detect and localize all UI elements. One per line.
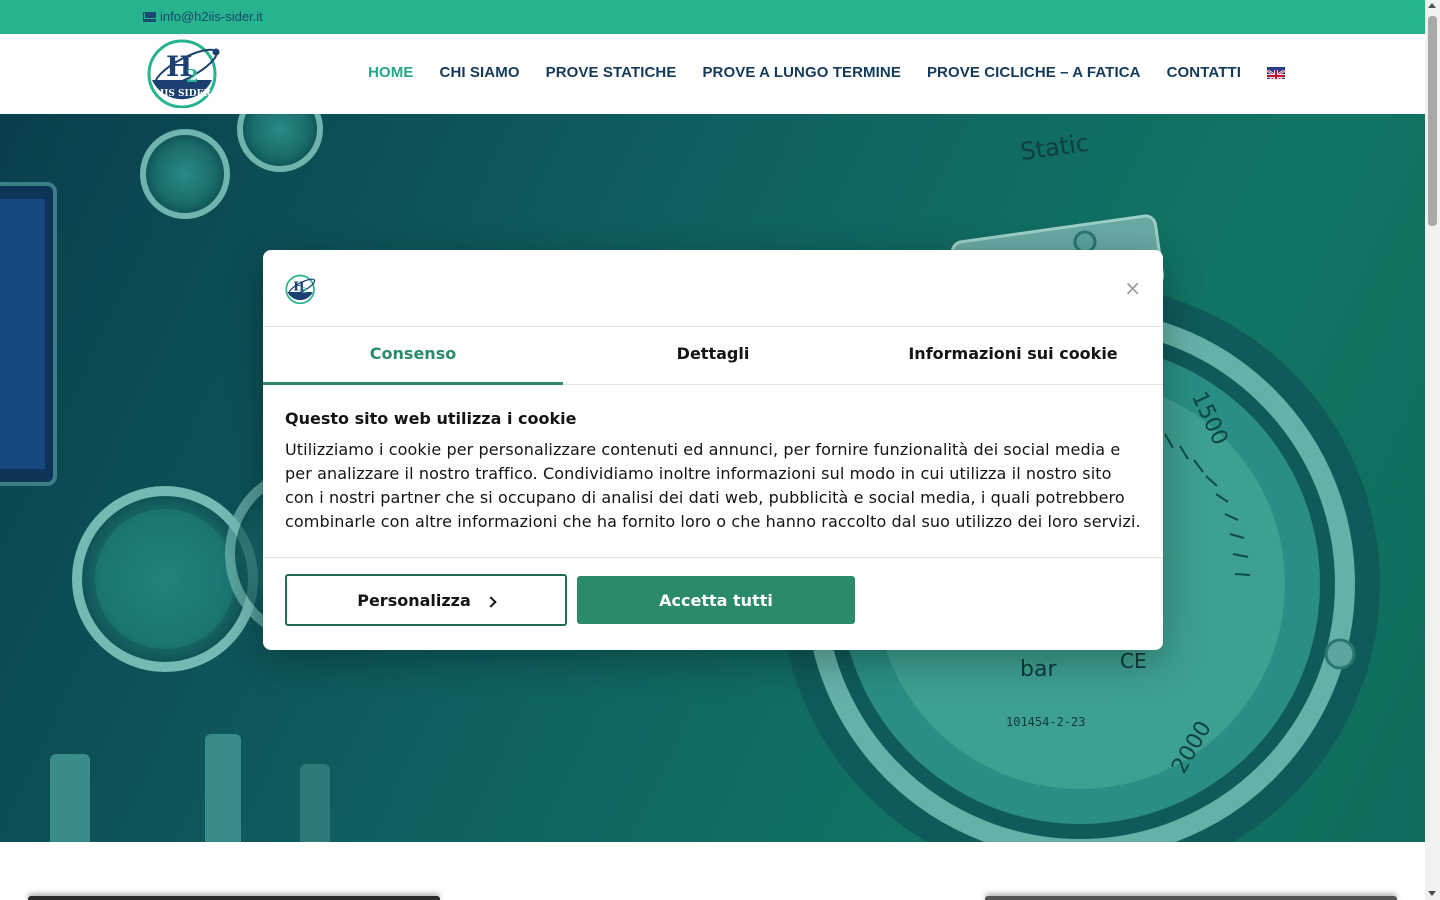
dialog-text: Utilizziamo i cookie per personalizzare … — [285, 440, 1141, 531]
tab-dettagli[interactable]: Dettagli — [563, 327, 863, 384]
uk-flag-icon[interactable] — [1267, 66, 1285, 79]
nav-chi-siamo[interactable]: CHI SIAMO — [440, 64, 520, 81]
customize-button[interactable]: Personalizza — [285, 574, 567, 626]
dialog-logo: H 2 — [285, 274, 317, 305]
svg-text:2: 2 — [302, 286, 307, 295]
top-bar: info@h2iis-sider.it — [0, 0, 1425, 34]
nav-home[interactable]: HOME — [368, 64, 413, 81]
svg-text:2: 2 — [186, 66, 199, 87]
page-scrollbar[interactable] — [1425, 0, 1440, 900]
svg-text:bar: bar — [1020, 657, 1057, 682]
dialog-body: Questo sito web utilizza i cookie Utiliz… — [263, 385, 1163, 558]
tab-informazioni[interactable]: Informazioni sui cookie — [863, 327, 1163, 384]
main-nav: HOME CHI SIAMO PROVE STATICHE PROVE A LU… — [368, 64, 1285, 81]
nav-prove-cicliche[interactable]: PROVE CICLICHE – A FATICA — [927, 64, 1141, 81]
scroll-up-arrow-icon[interactable] — [1428, 3, 1436, 8]
scroll-thumb[interactable] — [1428, 16, 1437, 226]
envelope-icon — [143, 11, 156, 22]
chevron-right-icon — [485, 596, 497, 608]
content-section — [0, 842, 1425, 900]
email-link[interactable]: info@h2iis-sider.it — [143, 9, 263, 24]
content-card-right — [985, 896, 1397, 900]
cookie-consent-dialog: H 2 × Consenso Dettagli Informazioni sui… — [263, 250, 1163, 650]
scroll-down-arrow-icon[interactable] — [1428, 891, 1436, 896]
close-icon[interactable]: × — [1124, 276, 1141, 300]
accept-all-button[interactable]: Accetta tutti — [577, 576, 855, 624]
tab-consenso[interactable]: Consenso — [263, 327, 563, 385]
dialog-header: H 2 × — [263, 250, 1163, 327]
dialog-heading: Questo sito web utilizza i cookie — [285, 409, 577, 428]
nav-contatti[interactable]: CONTATTI — [1167, 64, 1241, 81]
email-text: info@h2iis-sider.it — [160, 9, 263, 24]
svg-text:101454-2-23: 101454-2-23 — [1006, 715, 1085, 729]
h2-logo-icon: H 2 — [285, 274, 316, 305]
svg-text:CE: CE — [1120, 649, 1147, 673]
dialog-footer: Personalizza Accetta tutti — [263, 558, 1163, 649]
nav-prove-statiche[interactable]: PROVE STATICHE — [546, 64, 677, 81]
site-logo[interactable]: H 2 IIS SIDER — [146, 38, 222, 109]
nav-prove-lungo-termine[interactable]: PROVE A LUNGO TERMINE — [702, 64, 901, 81]
site-header: H 2 IIS SIDER HOME CHI SIAMO PROVE STATI… — [0, 34, 1425, 114]
customize-label: Personalizza — [357, 590, 471, 610]
svg-text:IIS SIDER: IIS SIDER — [160, 89, 211, 99]
content-card-left — [28, 896, 440, 900]
svg-text:Static: Static — [1019, 129, 1091, 166]
h2-logo-icon: H 2 IIS SIDER — [147, 39, 220, 109]
dialog-tabs: Consenso Dettagli Informazioni sui cooki… — [263, 327, 1163, 385]
